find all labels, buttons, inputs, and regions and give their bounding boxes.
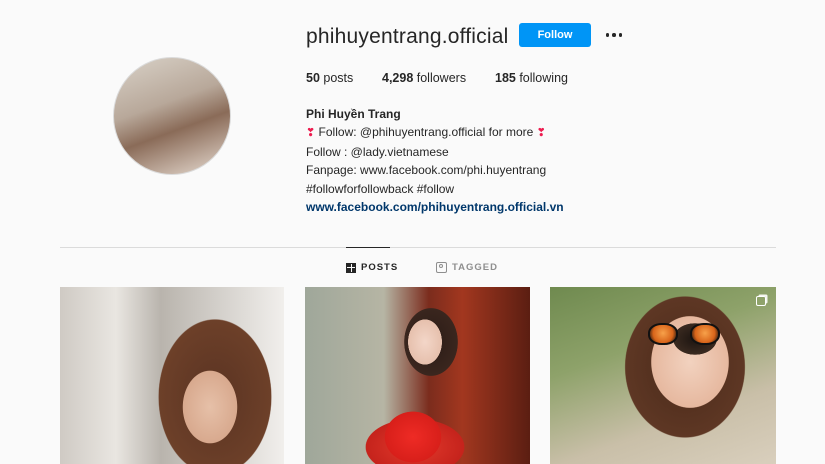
followers-stat-label: followers (413, 71, 467, 85)
bio-line-1: ❣ Follow: @phihuyentrang.official for mo… (306, 123, 564, 142)
followers-count: 4,298 (382, 71, 414, 85)
tabs-divider (60, 247, 776, 248)
active-tab-indicator (346, 247, 390, 248)
posts-count: 50 (306, 71, 320, 85)
tab-posts[interactable]: POSTS (346, 262, 398, 273)
tab-posts-label: POSTS (361, 262, 399, 273)
photo-detail (690, 323, 720, 345)
post-thumbnail[interactable] (305, 287, 530, 464)
bio-website-link[interactable]: www.facebook.com/phihuyentrang.official.… (306, 198, 564, 216)
tab-tagged-label: TAGGED (452, 262, 498, 273)
more-options-icon[interactable] (603, 25, 625, 45)
following-stat-label: following (515, 71, 568, 85)
bio-line-1-text: Follow: @phihuyentrang.official for more (315, 125, 534, 140)
bio-line-2: Follow : @lady.vietnamese (306, 144, 449, 159)
follow-button[interactable]: Follow (519, 23, 591, 47)
tab-tagged[interactable]: TAGGED (436, 262, 498, 273)
bio-line-4: #followforfollowback #follow (306, 181, 455, 196)
heart-icon: ❣ (306, 127, 316, 140)
profile-username: phihuyentrang.official (306, 25, 509, 48)
grid-icon (346, 262, 356, 273)
post-thumbnail[interactable] (550, 287, 776, 464)
following-stat[interactable]: 185 following (495, 71, 568, 85)
profile-stats: 50 posts 4,298 followers 185 following (306, 71, 568, 85)
profile-full-name: Phi Huyền Trang (306, 107, 401, 121)
carousel-icon (756, 296, 766, 306)
tag-icon (436, 262, 447, 273)
posts-stat-label: posts (319, 71, 354, 85)
post-thumbnail[interactable] (60, 287, 284, 464)
heart-icon: ❣ (536, 127, 546, 140)
following-count: 185 (495, 71, 516, 85)
profile-avatar[interactable] (113, 57, 231, 175)
posts-stat: 50 posts (306, 71, 382, 85)
profile-bio: Phi Huyền Trang ❣ Follow: @phihuyentrang… (306, 105, 564, 216)
followers-stat[interactable]: 4,298 followers (382, 71, 495, 85)
photo-detail (648, 323, 678, 345)
bio-line-3: Fanpage: www.facebook.com/phi.huyentrang (306, 163, 547, 178)
